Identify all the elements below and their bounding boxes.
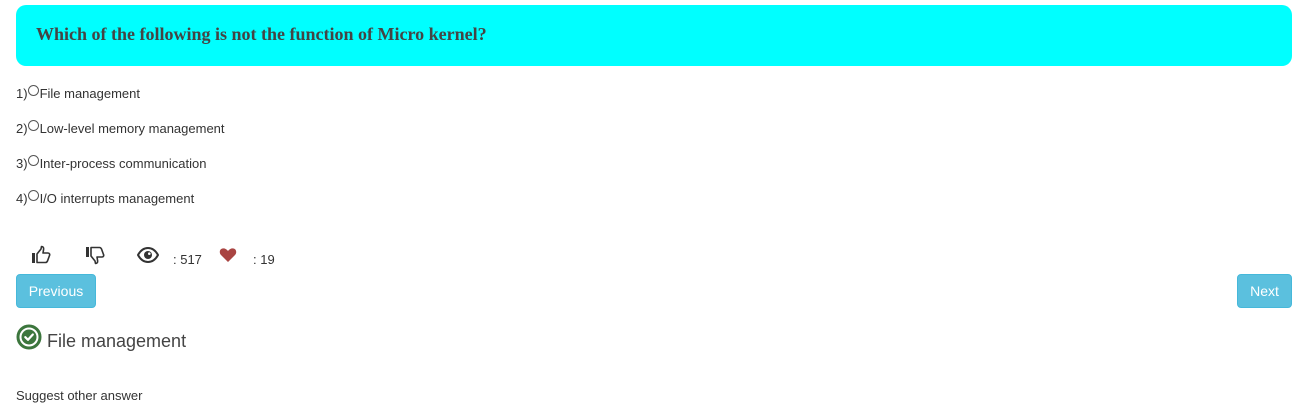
correct-answer: File management [16, 322, 186, 352]
favorites-count: : 19 [253, 252, 275, 267]
question-box: Which of the following is not the functi… [16, 5, 1292, 66]
option-1[interactable]: 1) File management [16, 84, 140, 102]
stats-bar: : 517 : 19 [30, 244, 290, 270]
option-radio[interactable] [27, 189, 39, 201]
option-3[interactable]: 3) Inter-process communication [16, 154, 206, 172]
option-label: Low-level memory management [39, 120, 225, 136]
option-radio[interactable] [27, 154, 39, 166]
eye-icon [137, 246, 159, 264]
option-label: I/O interrupts management [39, 190, 195, 206]
option-2[interactable]: 2) Low-level memory management [16, 119, 225, 137]
check-circle-icon [16, 324, 42, 350]
thumbs-up-icon[interactable] [30, 244, 52, 266]
option-label: File management [39, 85, 141, 101]
thumbs-down-icon[interactable] [84, 244, 106, 266]
suggest-answer-link[interactable]: Suggest other answer [16, 388, 142, 403]
next-button[interactable]: Next [1237, 274, 1292, 308]
heart-icon[interactable] [219, 247, 237, 263]
option-number: 1) [16, 85, 28, 101]
previous-button[interactable]: Previous [16, 274, 96, 308]
views-count: : 517 [173, 252, 202, 267]
option-label: Inter-process communication [39, 155, 207, 171]
option-number: 4) [16, 190, 28, 206]
question-text: Which of the following is not the functi… [36, 24, 487, 44]
option-4[interactable]: 4) I/O interrupts management [16, 189, 194, 207]
option-radio[interactable] [27, 84, 39, 96]
option-number: 3) [16, 155, 28, 171]
option-radio[interactable] [27, 119, 39, 131]
answer-text: File management [47, 330, 187, 351]
option-number: 2) [16, 120, 28, 136]
